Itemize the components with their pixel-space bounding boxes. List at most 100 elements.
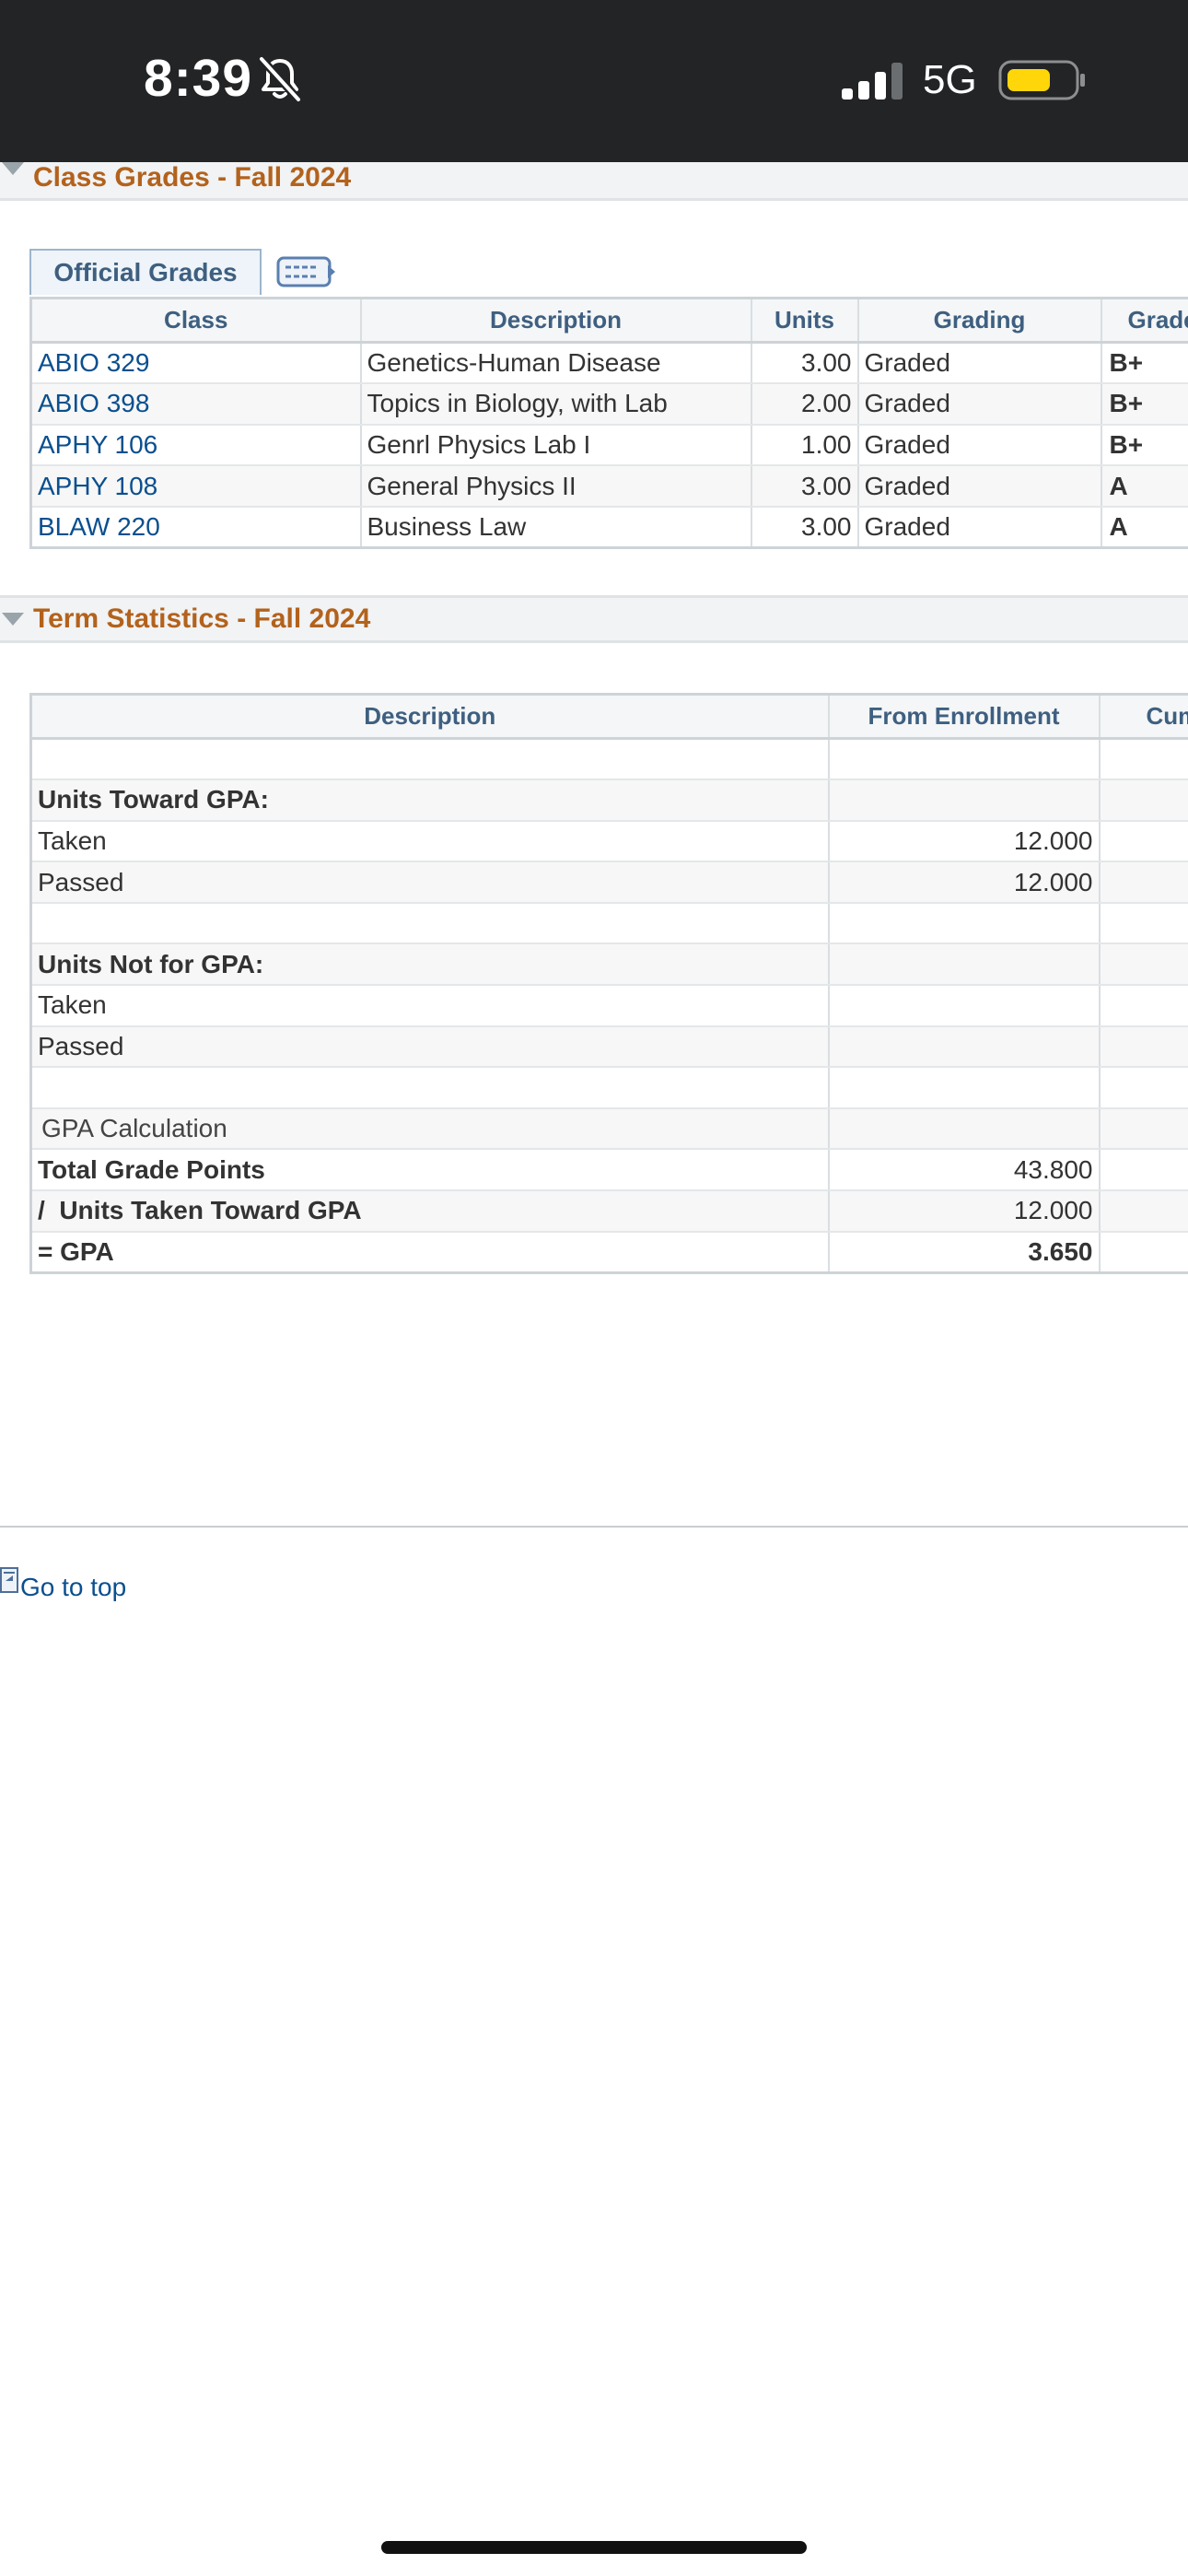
table-row xyxy=(30,902,1188,945)
stat-enrollment-value: 43.800 xyxy=(828,1149,1101,1192)
table-row: GPA Calculation xyxy=(30,1107,1188,1151)
course-grading: Graded xyxy=(857,383,1102,426)
table-row: Passed xyxy=(30,1025,1188,1069)
collapse-triangle-icon[interactable] xyxy=(2,613,24,626)
table-row: Taken xyxy=(30,985,1188,1027)
stat-description: GPA Calculation xyxy=(30,1107,830,1151)
class-link[interactable]: ABIO 398 xyxy=(38,389,149,417)
stat-enrollment-value: 12.000 xyxy=(828,861,1101,904)
course-description: Topics in Biology, with Lab xyxy=(360,383,752,426)
network-type: 5G xyxy=(923,57,977,102)
go-to-top-link[interactable]: Go to top xyxy=(20,1573,126,1602)
stat-cumulative-value xyxy=(1099,985,1188,1027)
column-header-from-enrollment: From Enrollment xyxy=(828,694,1101,740)
stat-cumulative-value xyxy=(1099,1190,1188,1233)
status-time: 8:39 xyxy=(144,49,253,108)
go-to-top-icon[interactable] xyxy=(0,1566,18,1594)
show-all-columns-icon[interactable] xyxy=(276,254,337,289)
bell-slash-icon xyxy=(258,55,302,103)
stat-description: = GPA xyxy=(30,1231,830,1274)
table-row: Passed 12.000 xyxy=(30,861,1188,904)
table-row: APHY 108 General Physics II 3.00 Graded … xyxy=(30,465,1188,508)
stat-enrollment-value: 12.000 xyxy=(828,1190,1101,1233)
table-row: Taken 12.000 xyxy=(30,820,1188,863)
course-grade: A xyxy=(1101,506,1188,549)
class-link[interactable]: BLAW 220 xyxy=(38,512,160,541)
gpa-value: 3.650 xyxy=(828,1231,1101,1274)
class-link[interactable]: APHY 108 xyxy=(38,472,157,500)
stat-cumulative-value xyxy=(1099,902,1188,945)
course-grading: Graded xyxy=(857,424,1102,467)
term-statistics-header[interactable]: Term Statistics - Fall 2024 xyxy=(0,595,1188,643)
stat-enrollment-value xyxy=(828,1067,1101,1109)
stat-description: Units Not for GPA: xyxy=(30,943,830,987)
term-statistics-title: Term Statistics - Fall 2024 xyxy=(33,603,371,634)
course-units: 2.00 xyxy=(751,383,859,426)
table-row: Total Grade Points 43.800 xyxy=(30,1149,1188,1192)
course-grade: B+ xyxy=(1101,424,1188,467)
table-row: BLAW 220 Business Law 3.00 Graded A xyxy=(30,506,1188,549)
stat-description: / Units Taken Toward GPA xyxy=(30,1190,830,1233)
status-bar: 8:39 5G xyxy=(0,0,1188,162)
stat-cumulative-value xyxy=(1099,1149,1188,1192)
stat-description: Taken xyxy=(30,820,830,863)
course-grade: A xyxy=(1101,465,1188,508)
battery-icon xyxy=(998,60,1085,100)
stat-description: Passed xyxy=(30,1025,830,1069)
class-grades-title: Class Grades - Fall 2024 xyxy=(33,162,352,193)
class-link[interactable]: ABIO 329 xyxy=(38,348,149,377)
table-row: Units Toward GPA: xyxy=(30,779,1188,822)
course-grading: Graded xyxy=(857,506,1102,549)
column-header-cumulative: Cum xyxy=(1099,694,1188,740)
stat-description: Taken xyxy=(30,985,830,1027)
table-row: APHY 106 Genrl Physics Lab I 1.00 Graded… xyxy=(30,424,1188,467)
class-grades-header[interactable]: Class Grades - Fall 2024 xyxy=(0,162,1188,201)
stat-enrollment-value xyxy=(828,985,1101,1027)
tab-official-grades[interactable]: Official Grades xyxy=(29,249,262,295)
stat-enrollment-value xyxy=(828,1107,1101,1151)
stat-enrollment-value xyxy=(828,1025,1101,1069)
stat-cumulative-value xyxy=(1099,1025,1188,1069)
stat-enrollment-value xyxy=(828,943,1101,987)
table-row: ABIO 398 Topics in Biology, with Lab 2.0… xyxy=(30,383,1188,426)
column-header-grade: Grade xyxy=(1101,298,1188,344)
collapse-triangle-icon[interactable] xyxy=(2,162,24,175)
stat-description xyxy=(30,738,830,781)
course-description: Business Law xyxy=(360,506,752,549)
column-header-description: Description xyxy=(30,694,830,740)
stat-enrollment-value xyxy=(828,779,1101,822)
stat-enrollment-value xyxy=(828,738,1101,781)
home-indicator[interactable] xyxy=(381,2541,807,2554)
course-units: 3.00 xyxy=(751,342,859,385)
course-grade: B+ xyxy=(1101,383,1188,426)
stat-cumulative-value xyxy=(1099,861,1188,904)
course-units: 1.00 xyxy=(751,424,859,467)
stat-description: Total Grade Points xyxy=(30,1149,830,1192)
course-grading: Graded xyxy=(857,342,1102,385)
stat-cumulative-value xyxy=(1099,943,1188,987)
course-grading: Graded xyxy=(857,465,1102,508)
stat-cumulative-value xyxy=(1099,1067,1188,1109)
course-description: Genrl Physics Lab I xyxy=(360,424,752,467)
column-header-description: Description xyxy=(360,298,752,344)
stat-enrollment-value xyxy=(828,902,1101,945)
grades-table: Class Description Units Grading Grade AB… xyxy=(29,297,1188,549)
stat-cumulative-value xyxy=(1099,779,1188,822)
stat-cumulative-value xyxy=(1099,738,1188,781)
table-row: / Units Taken Toward GPA 12.000 xyxy=(30,1190,1188,1233)
course-grade: B+ xyxy=(1101,342,1188,385)
stat-description: Units Toward GPA: xyxy=(30,779,830,822)
stat-description: Passed xyxy=(30,861,830,904)
grades-header-row: Class Description Units Grading Grade xyxy=(30,298,1188,344)
column-header-units: Units xyxy=(751,298,859,344)
stat-cumulative-value xyxy=(1099,1231,1188,1274)
table-row xyxy=(30,738,1188,781)
stat-cumulative-value xyxy=(1099,1107,1188,1151)
course-description: General Physics II xyxy=(360,465,752,508)
course-units: 3.00 xyxy=(751,506,859,549)
stat-description xyxy=(30,1067,830,1109)
stat-description xyxy=(30,902,830,945)
class-link[interactable]: APHY 106 xyxy=(38,430,157,459)
table-row xyxy=(30,1067,1188,1109)
course-description: Genetics-Human Disease xyxy=(360,342,752,385)
